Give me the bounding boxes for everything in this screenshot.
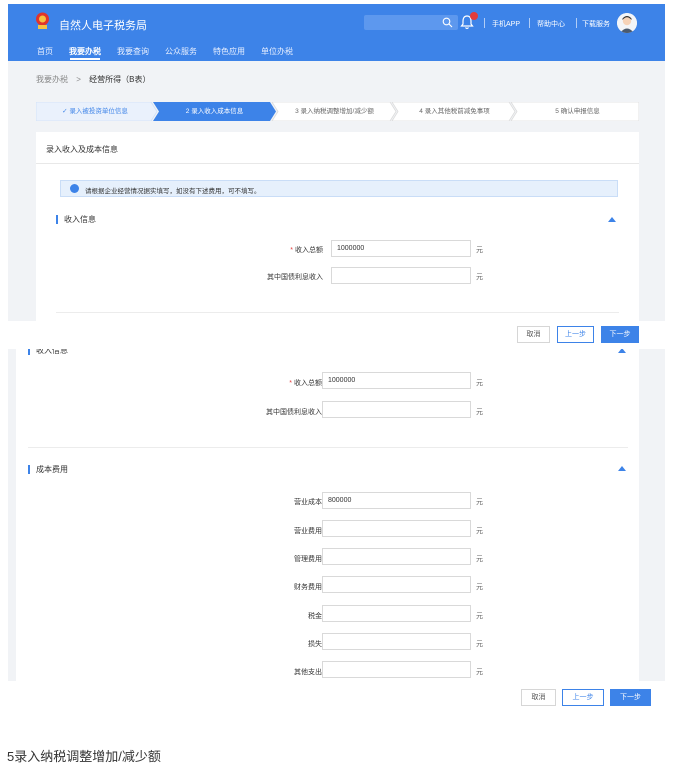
step-2[interactable]: 2 录入收入成本信息 <box>156 102 273 121</box>
prev-step-button[interactable]: 上一步 <box>562 689 604 706</box>
unit-label: 元 <box>476 641 483 648</box>
income-total-label: * 收入总额 <box>289 380 322 387</box>
unit-label: 元 <box>476 669 483 676</box>
avatar-icon <box>617 13 637 33</box>
income-cost-card: 录入收入及成本信息 请根据企业经营情况据实填写，如没有下述费用，可不填写。 收入… <box>36 132 639 332</box>
tax-emblem-icon <box>36 12 49 29</box>
finance-expense-input[interactable] <box>322 576 471 593</box>
bond-interest-input[interactable] <box>322 401 471 418</box>
other-expense-input[interactable] <box>322 661 471 678</box>
notice-text: 请根据企业经营情况据实填写，如没有下述费用，可不填写。 <box>85 188 261 195</box>
nav-employer-filing[interactable]: 单位办税 <box>261 46 293 57</box>
caption-text: 5录入纳税调整增加/减少额 <box>7 749 161 764</box>
unit-label: 元 <box>476 380 483 387</box>
operating-cost-label: 营业成本 <box>294 499 322 506</box>
screenshot-panel-bottom: 收入信息 * 收入总额 1000000 元 其中国债利息收入 元 成本费用 营业成… <box>8 349 665 714</box>
step-4[interactable]: 4 录入其他税前减免事项 <box>396 102 513 121</box>
step-1[interactable]: ✓ 录入被投资单位信息 <box>36 102 154 121</box>
group-marker <box>28 465 30 474</box>
collapse-icon[interactable] <box>608 217 616 222</box>
losses-input[interactable] <box>322 633 471 650</box>
search-icon[interactable] <box>442 17 453 28</box>
nav-active-indicator <box>70 58 100 60</box>
step-3[interactable]: 3 录入纳税调整增加/减少额 <box>276 102 393 121</box>
info-icon <box>70 184 79 193</box>
unit-label: 元 <box>476 274 483 281</box>
unit-label: 元 <box>476 247 483 254</box>
operating-cost-input[interactable]: 800000 <box>322 492 471 509</box>
step-progress-bar: ✓ 录入被投资单位信息 2 录入收入成本信息 3 录入纳税调整增加/减少额 4 … <box>36 102 639 121</box>
step-5[interactable]: 5 确认申报信息 <box>516 102 639 121</box>
breadcrumb-parent[interactable]: 我要办税 <box>36 75 68 84</box>
section-title: 录入收入及成本信息 <box>46 145 118 154</box>
cancel-button[interactable]: 取消 <box>517 326 550 343</box>
notification-badge <box>470 12 478 20</box>
income-group-title: 收入信息 <box>36 349 68 355</box>
taxes-label: 税金 <box>308 613 322 620</box>
unit-label: 元 <box>476 584 483 591</box>
income-total-label: * 收入总额 <box>290 247 323 254</box>
group-marker <box>28 349 30 355</box>
top-header: 自然人电子税务局 手机APP 帮助中心 下载服务 首页 我要办税 我要查询 公众… <box>8 4 665 61</box>
losses-label: 损失 <box>308 641 322 648</box>
unit-label: 元 <box>476 556 483 563</box>
taxes-input[interactable] <box>322 605 471 622</box>
action-footer: 取消 上一步 下一步 <box>8 681 665 714</box>
search-input[interactable] <box>364 15 458 30</box>
mobile-app-link[interactable]: 手机APP <box>492 19 520 29</box>
notice-banner: 请根据企业经营情况据实填写，如没有下述费用，可不填写。 <box>60 180 618 197</box>
section-divider <box>36 163 639 164</box>
bond-interest-input[interactable] <box>331 267 471 284</box>
nav-home[interactable]: 首页 <box>37 46 53 57</box>
operating-expense-input[interactable] <box>322 520 471 537</box>
nav-tax-filing[interactable]: 我要办税 <box>69 46 101 57</box>
unit-label: 元 <box>476 613 483 620</box>
next-step-button[interactable]: 下一步 <box>601 326 639 343</box>
nav-special-apps[interactable]: 特色应用 <box>213 46 245 57</box>
app-title: 自然人电子税务局 <box>59 20 147 32</box>
collapse-icon[interactable] <box>618 466 626 471</box>
group-divider <box>28 447 628 448</box>
user-avatar[interactable] <box>617 13 637 33</box>
next-step-button[interactable]: 下一步 <box>610 689 651 706</box>
admin-expense-input[interactable] <box>322 548 471 565</box>
help-center-link[interactable]: 帮助中心 <box>537 19 565 29</box>
screenshot-panel-top: 自然人电子税务局 手机APP 帮助中心 下载服务 首页 我要办税 我要查询 公众… <box>8 4 665 347</box>
header-separator <box>576 18 577 28</box>
bond-interest-label: 其中国债利息收入 <box>267 274 323 281</box>
group-divider <box>56 312 619 313</box>
income-cost-card-scrolled: 收入信息 * 收入总额 1000000 元 其中国债利息收入 元 成本费用 营业成… <box>16 349 639 681</box>
unit-label: 元 <box>476 409 483 416</box>
unit-label: 元 <box>476 528 483 535</box>
income-total-input[interactable]: 1000000 <box>331 240 471 257</box>
breadcrumb-separator: > <box>76 75 81 84</box>
nav-public-service[interactable]: 公众服务 <box>165 46 197 57</box>
group-marker <box>56 215 58 224</box>
bond-interest-label: 其中国债利息收入 <box>266 409 322 416</box>
finance-expense-label: 财务费用 <box>294 584 322 591</box>
nav-query[interactable]: 我要查询 <box>117 46 149 57</box>
header-separator <box>484 18 485 28</box>
operating-expense-label: 营业费用 <box>294 528 322 535</box>
action-footer: 取消 上一步 下一步 <box>8 321 665 347</box>
breadcrumb-current: 经营所得（B表） <box>89 75 151 84</box>
cost-group-title: 成本费用 <box>36 465 68 474</box>
header-separator <box>529 18 530 28</box>
income-group-title: 收入信息 <box>64 215 96 224</box>
cancel-button[interactable]: 取消 <box>521 689 556 706</box>
prev-step-button[interactable]: 上一步 <box>557 326 594 343</box>
admin-expense-label: 管理费用 <box>294 556 322 563</box>
collapse-icon[interactable] <box>618 349 626 353</box>
breadcrumb: 我要办税 > 经营所得（B表） <box>36 74 150 85</box>
download-service-link[interactable]: 下载服务 <box>582 19 610 29</box>
other-expense-label: 其他支出 <box>294 669 322 676</box>
unit-label: 元 <box>476 499 483 506</box>
income-total-input[interactable]: 1000000 <box>322 372 471 389</box>
